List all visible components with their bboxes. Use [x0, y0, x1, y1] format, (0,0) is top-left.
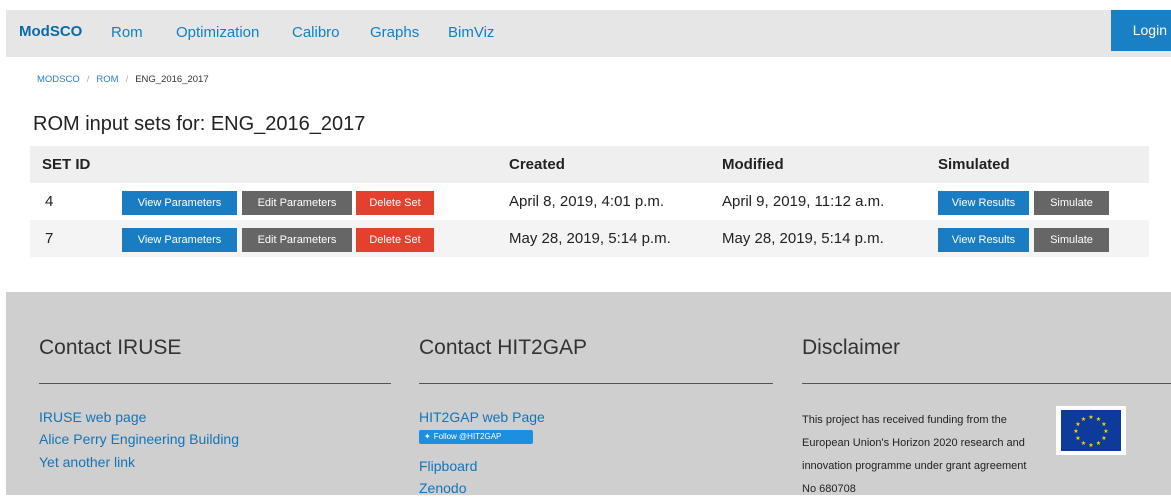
svg-text:★: ★: [1096, 440, 1101, 447]
col-header-created: Created: [509, 156, 565, 173]
disclaimer-text: This project has received funding from t…: [802, 414, 1027, 495]
twitter-icon: ✦: [424, 432, 431, 441]
modified-date: May 28, 2019, 5:14 p.m.: [722, 230, 884, 247]
delete-set-button[interactable]: Delete Set: [356, 228, 434, 252]
view-parameters-button[interactable]: View Parameters: [122, 191, 237, 215]
svg-text:★: ★: [1081, 440, 1086, 447]
breadcrumb: MODSCO / ROM / ENG_2016_2017: [37, 74, 209, 85]
another-link[interactable]: Yet another link: [39, 454, 135, 470]
view-results-button[interactable]: View Results: [938, 191, 1029, 215]
breadcrumb-modsco[interactable]: MODSCO: [37, 74, 80, 85]
disclaimer-heading: Disclaimer: [802, 336, 901, 359]
hit2gap-web-page-link[interactable]: HIT2GAP web Page: [419, 409, 545, 425]
col-header-set-id: SET ID: [42, 156, 91, 173]
svg-text:★: ★: [1088, 414, 1093, 421]
view-parameters-button[interactable]: View Parameters: [122, 228, 237, 252]
delete-set-button[interactable]: Delete Set: [356, 191, 434, 215]
table-header-row: SET ID Created Modified Simulated: [30, 146, 1149, 183]
brand-link[interactable]: ModSCO: [19, 23, 82, 40]
breadcrumb-current: ENG_2016_2017: [135, 74, 209, 85]
top-navbar: ModSCO Rom Optimization Calibro Graphs B…: [6, 10, 1171, 57]
nav-link-bimviz[interactable]: BimViz: [448, 24, 494, 41]
svg-text:★: ★: [1101, 421, 1106, 428]
twitter-follow-button[interactable]: ✦ Follow @HIT2GAP: [419, 430, 533, 444]
footer-divider: [419, 383, 773, 384]
view-results-button[interactable]: View Results: [938, 228, 1029, 252]
flipboard-link[interactable]: Flipboard: [419, 458, 477, 474]
alice-perry-building-link[interactable]: Alice Perry Engineering Building: [39, 431, 239, 447]
iruse-web-page-link[interactable]: IRUSE web page: [39, 409, 146, 425]
twitter-follow-label: Follow @HIT2GAP: [433, 432, 502, 441]
contact-hit2gap-heading: Contact HIT2GAP: [419, 336, 588, 359]
simulate-button[interactable]: Simulate: [1034, 228, 1109, 252]
breadcrumb-separator: /: [86, 74, 90, 85]
zenodo-link[interactable]: Zenodo: [419, 480, 466, 496]
page-title: ROM input sets for: ENG_2016_2017: [33, 113, 366, 135]
nav-link-calibro[interactable]: Calibro: [292, 24, 340, 41]
col-header-simulated: Simulated: [938, 156, 1010, 173]
breadcrumb-separator: /: [125, 74, 129, 85]
eu-flag-icon: ★ ★ ★ ★ ★ ★ ★ ★ ★ ★ ★ ★: [1056, 406, 1126, 455]
svg-text:★: ★: [1101, 435, 1106, 442]
created-date: April 8, 2019, 4:01 p.m.: [509, 193, 665, 210]
login-button[interactable]: Login: [1111, 10, 1171, 51]
breadcrumb-rom[interactable]: ROM: [96, 74, 118, 85]
table-row: 7 View Parameters Edit Parameters Delete…: [30, 220, 1149, 257]
svg-text:★: ★: [1081, 416, 1086, 423]
nav-link-optimization[interactable]: Optimization: [176, 24, 259, 41]
svg-text:★: ★: [1088, 442, 1093, 449]
nav-link-rom[interactable]: Rom: [111, 24, 143, 41]
table-row: 4 View Parameters Edit Parameters Delete…: [30, 183, 1149, 220]
svg-text:★: ★: [1103, 428, 1108, 435]
nav-link-graphs[interactable]: Graphs: [370, 24, 419, 41]
svg-text:★: ★: [1073, 428, 1078, 435]
contact-iruse-heading: Contact IRUSE: [39, 336, 182, 359]
col-header-modified: Modified: [722, 156, 784, 173]
edit-parameters-button[interactable]: Edit Parameters: [242, 191, 352, 215]
set-id: 7: [45, 230, 54, 247]
modified-date: April 9, 2019, 11:12 a.m.: [722, 193, 885, 210]
svg-text:★: ★: [1075, 435, 1080, 442]
created-date: May 28, 2019, 5:14 p.m.: [509, 230, 671, 247]
set-id: 4: [45, 193, 54, 210]
footer-divider: [39, 383, 391, 384]
footer: Contact IRUSE IRUSE web page Alice Perry…: [6, 292, 1171, 496]
simulate-button[interactable]: Simulate: [1034, 191, 1109, 215]
edit-parameters-button[interactable]: Edit Parameters: [242, 228, 352, 252]
footer-divider: [802, 383, 1171, 384]
